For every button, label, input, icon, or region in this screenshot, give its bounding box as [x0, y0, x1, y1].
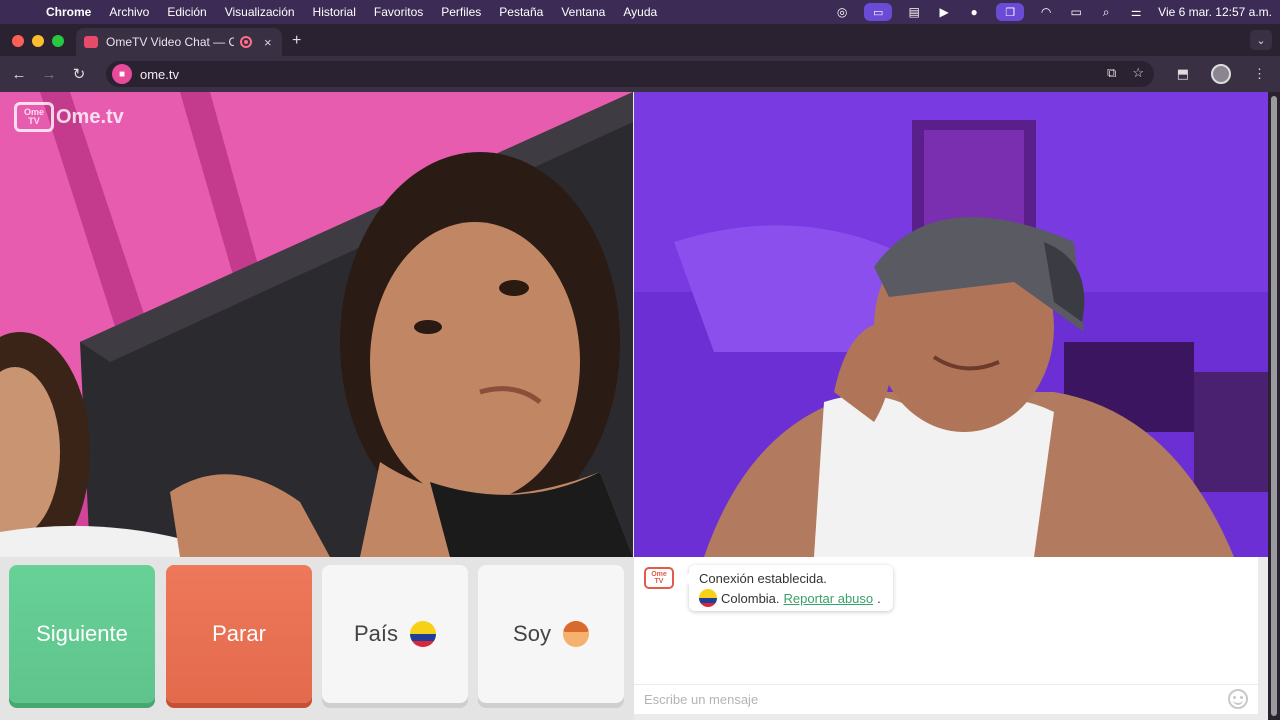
message-bar — [634, 684, 1258, 714]
new-tab-button[interactable]: + — [292, 32, 301, 50]
tab-close-button[interactable]: × — [264, 35, 272, 50]
remote-video-scene — [0, 92, 633, 557]
control-center-icon[interactable]: ⚌ — [1128, 5, 1144, 19]
recording-icon — [240, 36, 252, 48]
local-video-scene — [634, 92, 1268, 557]
menu-edicion[interactable]: Edición — [167, 5, 206, 19]
close-window-button[interactable] — [12, 35, 24, 47]
message-input[interactable] — [644, 685, 1204, 713]
battery-icon[interactable]: ▭ — [1068, 5, 1084, 19]
logo-tv-bottom: TV — [28, 116, 40, 126]
macos-menu-bar: Chrome Archivo Edición Visualización His… — [0, 0, 1280, 24]
local-video — [634, 92, 1268, 557]
wifi-icon[interactable]: ◠ — [1038, 5, 1054, 19]
country-button-label: País — [353, 621, 399, 646]
ometv-page: Ome TV Ome.tv Siguiente Parar País Soy O… — [0, 92, 1268, 720]
window-controls — [12, 35, 64, 47]
forward-button[interactable]: → — [34, 66, 64, 83]
colombia-flag-icon — [410, 621, 437, 647]
partner-country-text: Colombia. — [721, 590, 780, 606]
minimize-window-button[interactable] — [32, 35, 44, 47]
next-button[interactable]: Siguiente — [9, 565, 155, 703]
menu-archivo[interactable]: Archivo — [109, 5, 149, 19]
menu-perfiles[interactable]: Perfiles — [441, 5, 481, 19]
system-message: Conexión establecida. Colombia. Reportar… — [682, 565, 893, 611]
scrollbar-thumb[interactable] — [1271, 96, 1277, 716]
menu-app-chrome[interactable]: Chrome — [46, 5, 91, 19]
trailing-period: . — [877, 590, 881, 606]
gender-select-button[interactable]: Soy — [478, 565, 624, 703]
reload-button[interactable]: ↻ — [64, 65, 94, 83]
bookmark-star-icon[interactable]: ☆ — [1132, 65, 1144, 81]
menu-clock[interactable]: Vie 6 mar. 12:57 a.m. — [1158, 5, 1272, 19]
stop-button[interactable]: Parar — [166, 565, 312, 703]
url-text: ome.tv — [140, 66, 180, 82]
tab-search-button[interactable]: ⌄ — [1250, 30, 1272, 50]
search-icon[interactable]: ⌕ — [1098, 5, 1114, 19]
user-icon[interactable]: ● — [966, 5, 982, 19]
back-button[interactable]: ← — [4, 66, 34, 83]
screen-share-icon[interactable]: ◎ — [834, 5, 850, 19]
remote-video: Ome TV Ome.tv — [0, 92, 633, 557]
control-bar: Siguiente Parar País Soy — [0, 557, 634, 720]
country-filter-button[interactable]: País — [322, 565, 468, 703]
screen-mirroring-icon[interactable]: ▭ — [864, 3, 893, 21]
emoji-icon[interactable] — [1228, 689, 1248, 709]
ometv-favicon-icon — [84, 36, 98, 48]
ometv-logo-icon: Ome TV — [14, 102, 54, 132]
extensions-icon[interactable]: ⬒ — [1177, 66, 1189, 82]
menu-visualizacion[interactable]: Visualización — [225, 5, 295, 19]
play-icon[interactable]: ▶ — [936, 5, 952, 19]
menu-pestana[interactable]: Pestaña — [499, 5, 543, 19]
boy-emoji-icon — [562, 621, 589, 647]
window-switch-icon[interactable]: ❐ — [996, 3, 1025, 21]
bot-logo-top: Ome — [651, 571, 667, 578]
colombia-flag-small-icon — [699, 589, 717, 607]
stop-button-label: Parar — [212, 621, 266, 646]
status-area: ◎ ▭ ▤ ▶ ● ❐ ◠ ▭ ⌕ ⚌ Vie 6 mar. 12:57 a.m… — [834, 0, 1272, 24]
site-info-icon[interactable]: ■ — [112, 64, 132, 84]
logo-wordmark: Ome.tv — [56, 105, 124, 128]
profile-avatar[interactable] — [1211, 64, 1231, 84]
report-abuse-link[interactable]: Reportar abuso — [784, 591, 874, 606]
partner-country-line: Colombia. Reportar abuso. — [699, 589, 883, 607]
menu-ayuda[interactable]: Ayuda — [623, 5, 657, 19]
menu-historial[interactable]: Historial — [313, 5, 356, 19]
ometv-logo: Ome TV Ome.tv — [14, 102, 124, 132]
tab-strip: OmeTV Video Chat — Om × + ⌄ — [0, 24, 1280, 56]
address-bar[interactable]: ■ ome.tv ⧉ ☆ — [106, 61, 1154, 87]
chrome-menu-icon[interactable]: ⋮ — [1253, 66, 1266, 82]
zoom-window-button[interactable] — [52, 35, 64, 47]
menu-ventana[interactable]: Ventana — [561, 5, 605, 19]
caption-icon[interactable]: ▤ — [906, 5, 922, 19]
tab-title: OmeTV Video Chat — Om — [106, 35, 234, 49]
page-scrollbar[interactable] — [1268, 92, 1280, 720]
cast-icon[interactable]: ⧉ — [1107, 65, 1116, 81]
connection-status-text: Conexión establecida. — [699, 571, 827, 586]
bot-logo-bottom: TV — [654, 578, 664, 585]
menu-favoritos[interactable]: Favoritos — [374, 5, 423, 19]
tab-ometv[interactable]: OmeTV Video Chat — Om × — [76, 28, 282, 56]
ometv-bot-icon: Ome TV — [644, 567, 674, 589]
browser-toolbar: ← → ↻ ■ ome.tv ⧉ ☆ ⬒ ⋮ — [0, 56, 1280, 92]
gender-button-label: Soy — [513, 621, 551, 646]
next-button-label: Siguiente — [36, 621, 128, 646]
